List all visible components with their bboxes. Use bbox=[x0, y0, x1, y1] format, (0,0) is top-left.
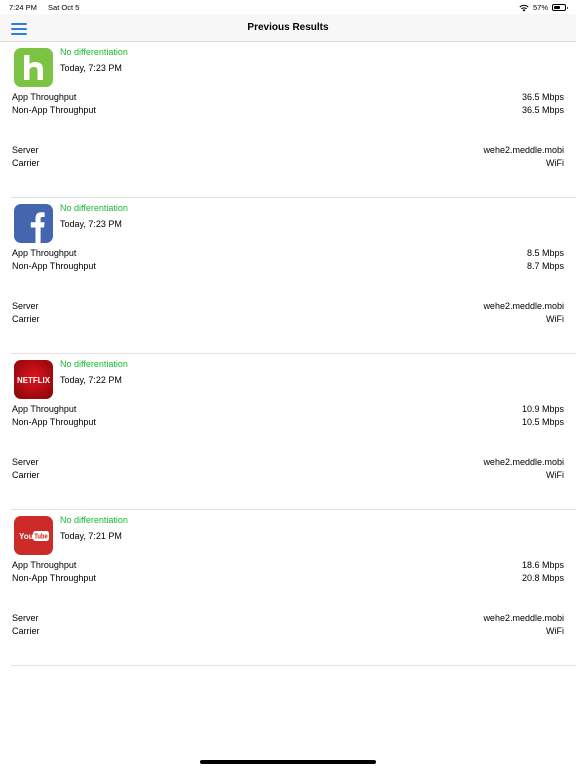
non-app-throughput-value: 36.5 Mbps bbox=[521, 105, 564, 115]
battery-icon bbox=[552, 4, 568, 11]
server-label: Server bbox=[12, 301, 39, 311]
carrier-label: Carrier bbox=[12, 158, 40, 168]
result-card-hulu[interactable]: No differentiation Today, 7:23 PM App Th… bbox=[0, 42, 576, 198]
facebook-icon bbox=[14, 204, 53, 243]
server-label: Server bbox=[12, 145, 39, 155]
menu-icon-bottom bbox=[11, 33, 27, 35]
carrier-value: WiFi bbox=[546, 470, 564, 480]
app-throughput-label: App Throughput bbox=[12, 248, 77, 258]
status-right: 57% bbox=[519, 3, 568, 12]
non-app-throughput-label: Non-App Throughput bbox=[12, 417, 96, 427]
non-app-throughput-value: 20.8 Mbps bbox=[521, 573, 564, 583]
result-card-facebook[interactable]: No differentiation Today, 7:23 PM App Th… bbox=[0, 198, 576, 354]
result-status: No differentiation bbox=[60, 515, 128, 525]
youtube-icon: You Tube bbox=[14, 516, 53, 555]
non-app-throughput-label: Non-App Throughput bbox=[12, 573, 96, 583]
youtube-icon-tube: Tube bbox=[34, 534, 48, 541]
carrier-value: WiFi bbox=[546, 314, 564, 324]
netflix-icon: NETFLIX bbox=[14, 360, 53, 399]
home-indicator[interactable] bbox=[200, 760, 376, 764]
status-left: 7:24 PM Sat Oct 5 bbox=[9, 3, 88, 12]
result-time: Today, 7:23 PM bbox=[60, 63, 122, 73]
server-label: Server bbox=[12, 613, 39, 623]
app-throughput-row: App Throughput 8.5 Mbps bbox=[12, 248, 564, 261]
app-throughput-value: 10.9 Mbps bbox=[521, 404, 564, 414]
carrier-label: Carrier bbox=[12, 314, 40, 324]
youtube-icon-you: You bbox=[19, 532, 34, 541]
carrier-row: Carrier WiFi bbox=[12, 470, 564, 483]
non-app-throughput-row: Non-App Throughput 10.5 Mbps bbox=[12, 417, 564, 430]
page-title: Previous Results bbox=[247, 22, 329, 33]
carrier-label: Carrier bbox=[12, 626, 40, 636]
server-label: Server bbox=[12, 457, 39, 467]
server-row: Server wehe2.meddle.mobi bbox=[12, 301, 564, 314]
result-time: Today, 7:23 PM bbox=[60, 219, 122, 229]
server-value: wehe2.meddle.mobi bbox=[483, 301, 564, 311]
result-status: No differentiation bbox=[60, 47, 128, 57]
app-throughput-row: App Throughput 36.5 Mbps bbox=[12, 92, 564, 105]
status-bar: 7:24 PM Sat Oct 5 57% bbox=[0, 0, 576, 14]
carrier-row: Carrier WiFi bbox=[12, 158, 564, 171]
carrier-label: Carrier bbox=[12, 470, 40, 480]
nav-bar: Previous Results bbox=[0, 14, 576, 42]
non-app-throughput-value: 10.5 Mbps bbox=[521, 417, 564, 427]
carrier-row: Carrier WiFi bbox=[12, 314, 564, 327]
result-status: No differentiation bbox=[60, 203, 128, 213]
netflix-icon-text: NETFLIX bbox=[17, 375, 50, 385]
result-time: Today, 7:21 PM bbox=[60, 531, 122, 541]
results-list: No differentiation Today, 7:23 PM App Th… bbox=[0, 42, 576, 666]
result-card-netflix[interactable]: NETFLIX No differentiation Today, 7:22 P… bbox=[0, 354, 576, 510]
app-throughput-value: 18.6 Mbps bbox=[521, 560, 564, 570]
app-throughput-value: 8.5 Mbps bbox=[526, 248, 564, 258]
result-time: Today, 7:22 PM bbox=[60, 375, 122, 385]
server-row: Server wehe2.meddle.mobi bbox=[12, 457, 564, 470]
server-value: wehe2.meddle.mobi bbox=[483, 457, 564, 467]
status-date: Sat Oct 5 bbox=[48, 3, 80, 12]
non-app-throughput-row: Non-App Throughput 8.7 Mbps bbox=[12, 261, 564, 274]
server-value: wehe2.meddle.mobi bbox=[483, 613, 564, 623]
app-throughput-value: 36.5 Mbps bbox=[521, 92, 564, 102]
carrier-value: WiFi bbox=[546, 626, 564, 636]
server-row: Server wehe2.meddle.mobi bbox=[12, 613, 564, 626]
battery-fill bbox=[554, 6, 560, 9]
server-value: wehe2.meddle.mobi bbox=[483, 145, 564, 155]
app-throughput-row: App Throughput 18.6 Mbps bbox=[12, 560, 564, 573]
hulu-icon bbox=[14, 48, 53, 87]
server-row: Server wehe2.meddle.mobi bbox=[12, 145, 564, 158]
wifi-icon bbox=[519, 4, 529, 12]
result-status: No differentiation bbox=[60, 359, 128, 369]
app-throughput-label: App Throughput bbox=[12, 404, 77, 414]
app-throughput-label: App Throughput bbox=[12, 92, 77, 102]
app-throughput-row: App Throughput 10.9 Mbps bbox=[12, 404, 564, 417]
status-time: 7:24 PM bbox=[9, 3, 37, 12]
app-throughput-label: App Throughput bbox=[12, 560, 77, 570]
carrier-value: WiFi bbox=[546, 158, 564, 168]
non-app-throughput-label: Non-App Throughput bbox=[12, 105, 96, 115]
non-app-throughput-label: Non-App Throughput bbox=[12, 261, 96, 271]
non-app-throughput-value: 8.7 Mbps bbox=[526, 261, 564, 271]
carrier-row: Carrier WiFi bbox=[12, 626, 564, 639]
battery-nub bbox=[566, 6, 568, 9]
non-app-throughput-row: Non-App Throughput 36.5 Mbps bbox=[12, 105, 564, 118]
result-card-youtube[interactable]: You Tube No differentiation Today, 7:21 … bbox=[0, 510, 576, 666]
battery-percent: 57% bbox=[532, 3, 548, 12]
non-app-throughput-row: Non-App Throughput 20.8 Mbps bbox=[12, 573, 564, 586]
